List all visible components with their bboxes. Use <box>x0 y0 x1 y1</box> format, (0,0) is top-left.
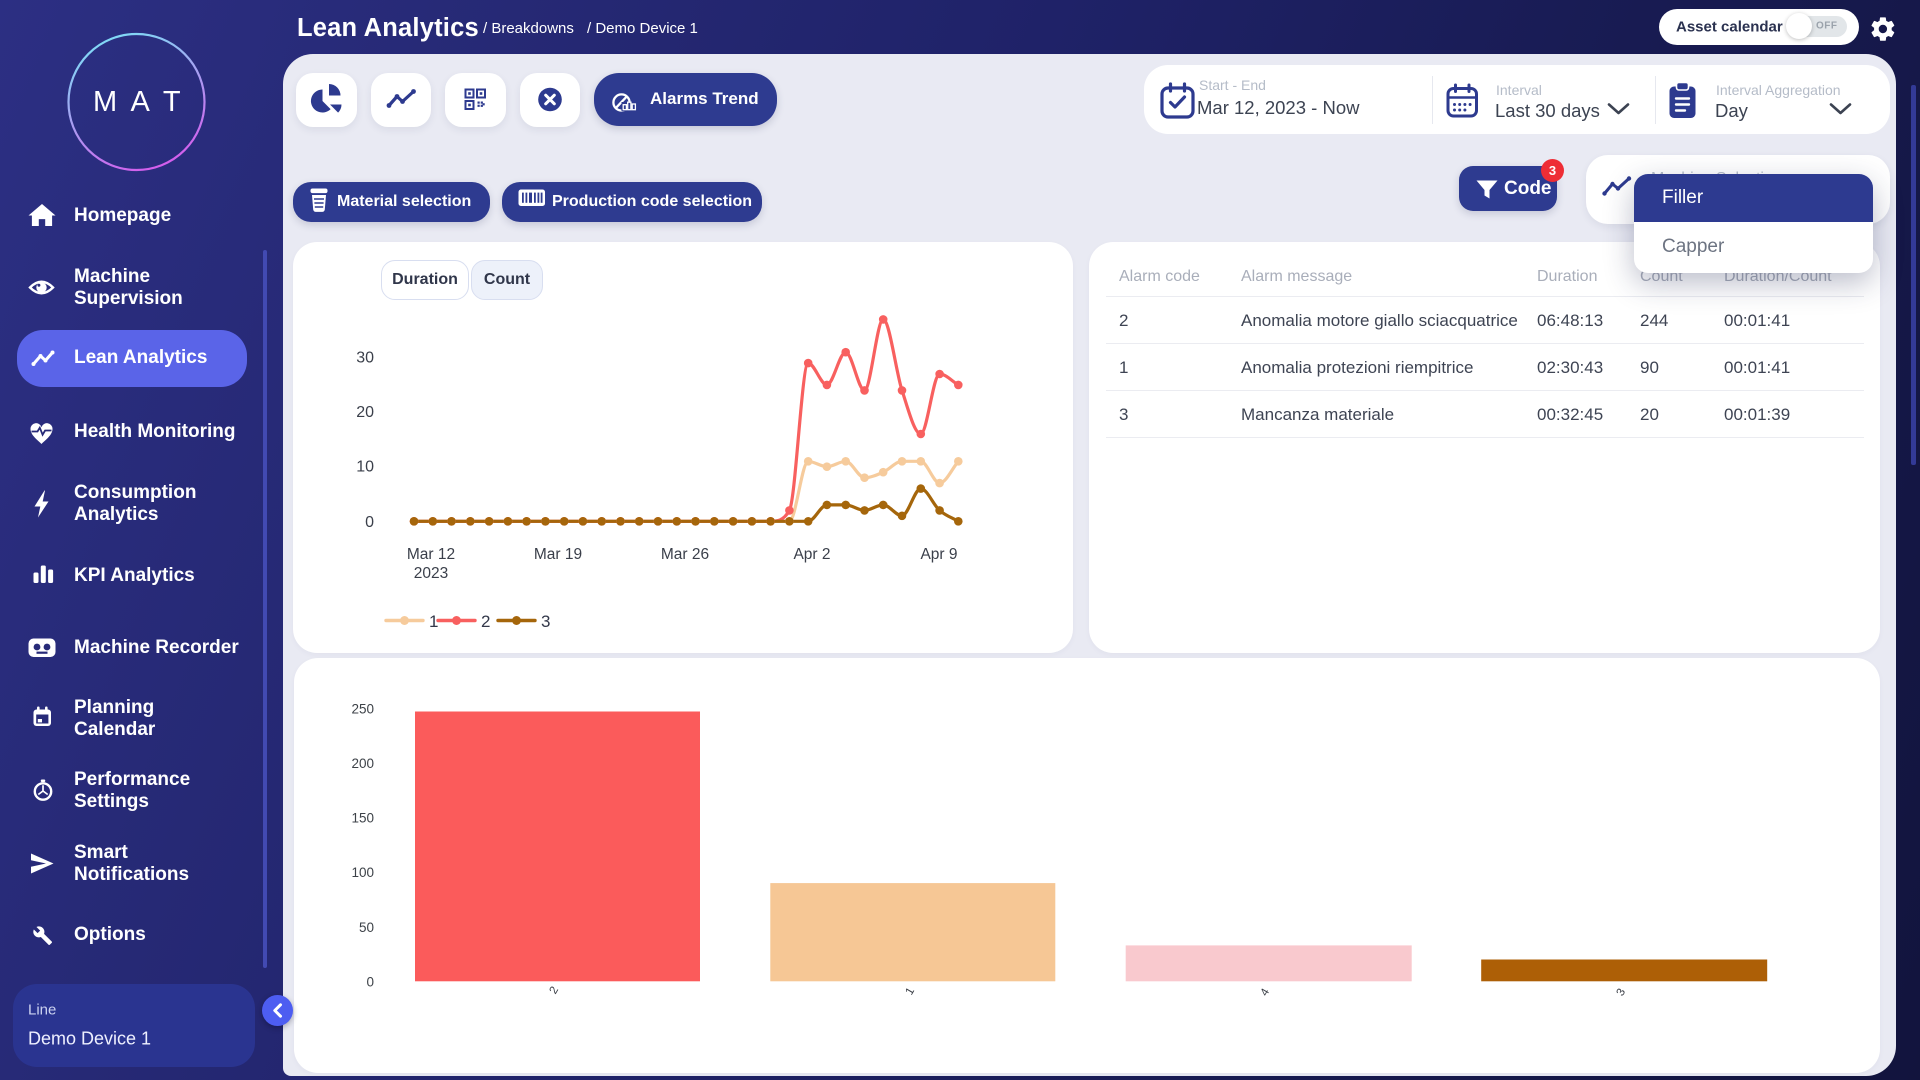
svg-text:Mar 19: Mar 19 <box>534 546 582 563</box>
svg-text:100: 100 <box>351 865 374 880</box>
svg-text:250: 250 <box>351 702 374 717</box>
svg-text:M A T: M A T <box>93 86 184 118</box>
svg-text:0: 0 <box>366 974 374 989</box>
svg-text:Mar 26: Mar 26 <box>661 546 709 563</box>
svg-text:Apr 2: Apr 2 <box>793 546 830 563</box>
svg-text:30: 30 <box>356 350 374 367</box>
svg-text:150: 150 <box>351 811 374 826</box>
svg-text:1: 1 <box>904 986 918 998</box>
svg-text:3: 3 <box>541 612 550 631</box>
svg-text:Mar 12: Mar 12 <box>407 546 455 563</box>
svg-text:20: 20 <box>356 404 374 421</box>
svg-text:2023: 2023 <box>414 565 448 582</box>
svg-text:10: 10 <box>356 459 374 476</box>
svg-text:Apr 9: Apr 9 <box>920 546 957 563</box>
svg-text:2: 2 <box>548 985 562 997</box>
svg-text:200: 200 <box>351 756 374 771</box>
svg-text:3: 3 <box>1615 987 1629 999</box>
svg-text:2: 2 <box>481 612 490 631</box>
svg-text:0: 0 <box>365 514 374 531</box>
svg-text:50: 50 <box>359 920 374 935</box>
svg-text:4: 4 <box>1259 986 1273 998</box>
